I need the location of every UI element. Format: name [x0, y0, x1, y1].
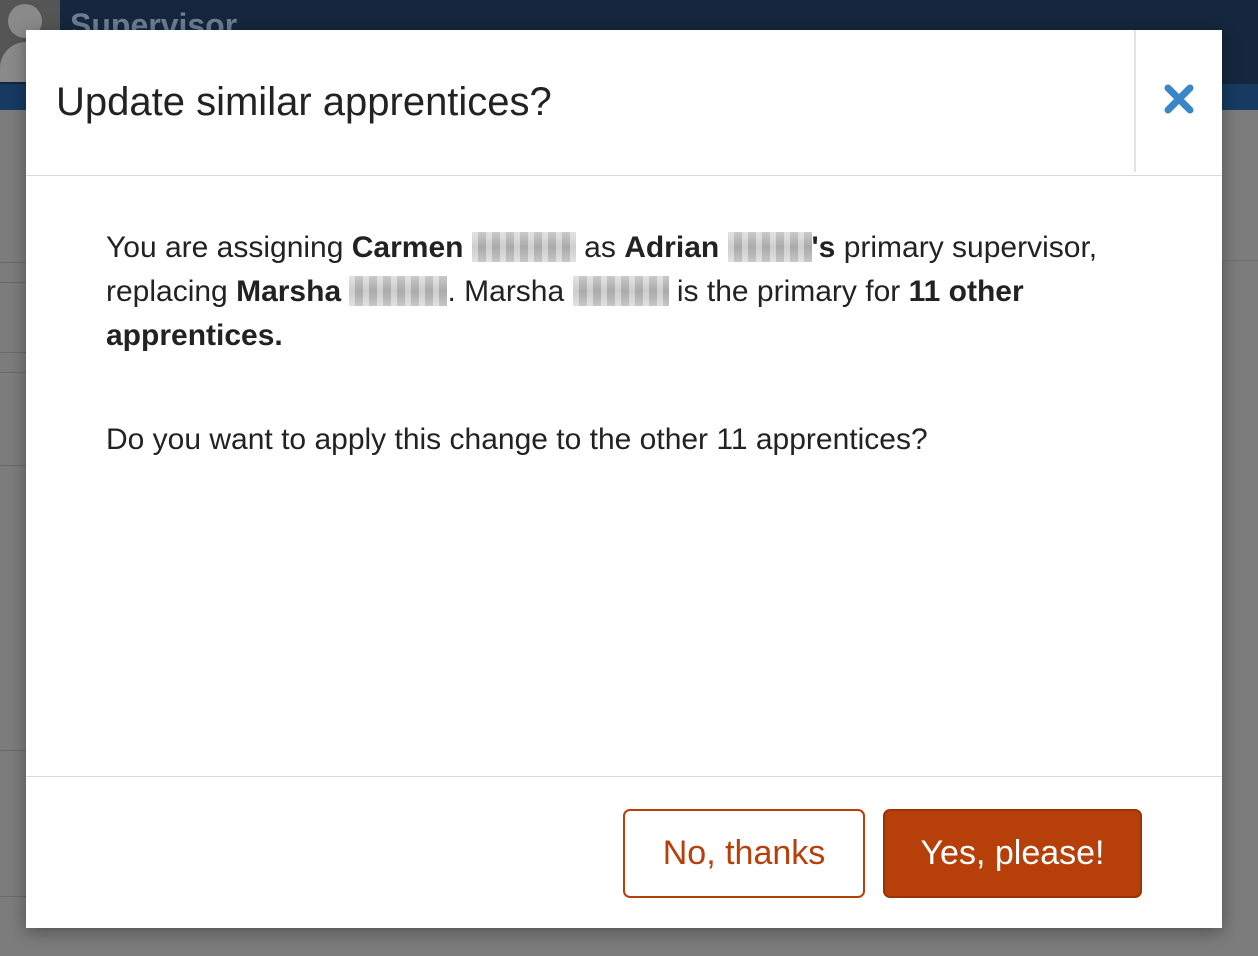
dialog-header: Update similar apprentices? — [26, 30, 1222, 176]
assignment-message: You are assigning Carmen as Adrian 's pr… — [106, 231, 1098, 352]
old-supervisor-name: Marsha — [236, 275, 342, 308]
close-button[interactable] — [1136, 30, 1222, 172]
redacted-surname — [471, 232, 576, 262]
dialog-title: Update similar apprentices? — [56, 80, 552, 124]
confirmation-question: Do you want to apply this change to the … — [106, 423, 928, 456]
update-apprentices-dialog: Update similar apprentices? You are assi… — [26, 30, 1222, 928]
background-side-panel — [1222, 260, 1258, 681]
no-thanks-button[interactable]: No, thanks — [623, 809, 865, 898]
redacted-surname — [727, 232, 812, 262]
dialog-body: You are assigning Carmen as Adrian 's pr… — [106, 226, 1166, 462]
dialog-footer: No, thanks Yes, please! — [26, 776, 1222, 929]
redacted-surname — [572, 276, 669, 306]
new-supervisor-name: Carmen — [351, 231, 464, 264]
apprentice-name: Adrian — [624, 231, 720, 264]
redacted-surname — [349, 276, 448, 306]
close-x-icon — [1163, 83, 1195, 120]
yes-please-button[interactable]: Yes, please! — [883, 809, 1142, 898]
app-header-title: Supervisor ... — [70, 10, 273, 32]
